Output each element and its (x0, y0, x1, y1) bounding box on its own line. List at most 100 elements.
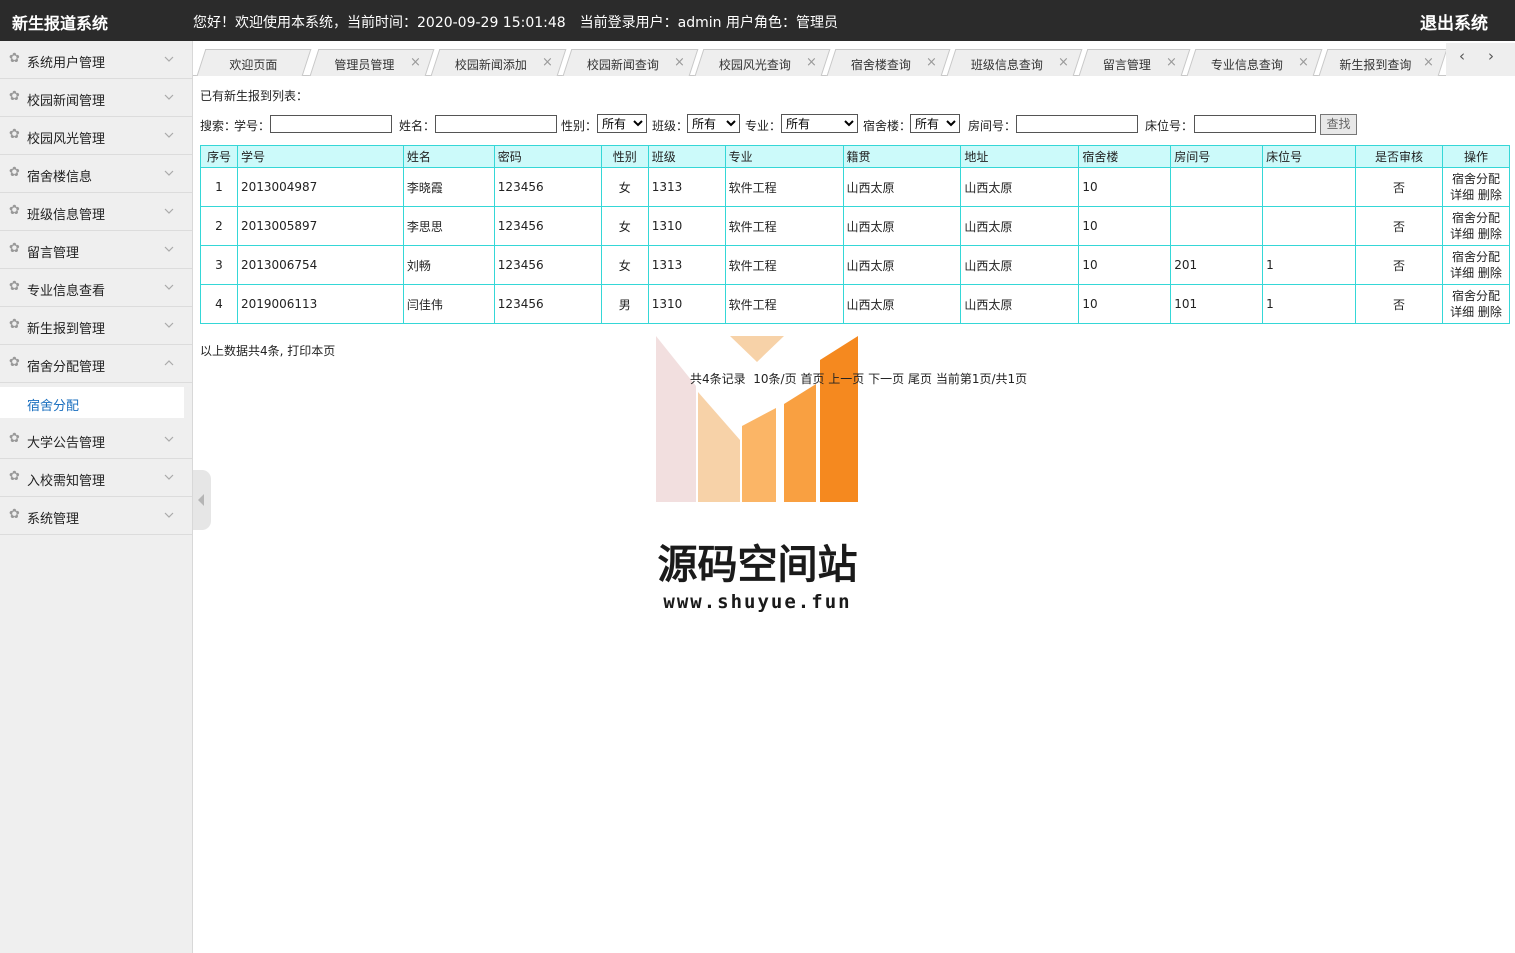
assign-dorm-link[interactable]: 宿舍分配 (1452, 211, 1500, 225)
delete-link[interactable]: 删除 (1478, 305, 1502, 319)
pager-prev[interactable]: 上一页 (828, 372, 864, 386)
cell-gender: 女 (600, 245, 649, 285)
delete-link[interactable]: 删除 (1478, 227, 1502, 241)
cell-name: 刘畅 (402, 245, 495, 285)
logout-button[interactable]: 退出系统 (1420, 9, 1488, 34)
major-select[interactable]: 所有 (781, 114, 858, 133)
welcome-status: 您好！欢迎使用本系统，当前时间：2020-09-29 15:01:48 当前登录… (193, 15, 839, 31)
cell-bed: 1 (1262, 245, 1357, 285)
delete-link[interactable]: 删除 (1478, 266, 1502, 280)
sidebar-item-label: 宿舍楼信息 (27, 170, 93, 185)
cell-class: 1313 (647, 245, 726, 285)
cell-password: 123456 (493, 284, 602, 324)
cell-major: 软件工程 (724, 245, 844, 285)
sidebar-item[interactable]: ✿ 班级信息管理 (0, 193, 192, 231)
assign-dorm-link[interactable]: 宿舍分配 (1452, 172, 1500, 186)
detail-link[interactable]: 详细 (1450, 305, 1474, 319)
sidebar-item[interactable]: ✿ 宿舍楼信息 (0, 155, 192, 193)
tab[interactable]: 管理员管理 × (309, 49, 435, 76)
detail-link[interactable]: 详细 (1450, 227, 1474, 241)
pager-last[interactable]: 尾页 (908, 372, 932, 386)
bed-input[interactable] (1194, 115, 1316, 133)
watermark-url: www.shuyue.fun (663, 591, 852, 613)
sidebar-subitem: 宿舍分配 (0, 383, 192, 421)
sidebar-item[interactable]: ✿ 校园风光管理 (0, 117, 192, 155)
sidebar-item[interactable]: ✿ 留言管理 (0, 231, 192, 269)
close-icon[interactable]: × (806, 55, 817, 70)
tab[interactable]: 班级信息查询 × (946, 49, 1083, 76)
tab[interactable]: 宿舍楼查询 × (826, 49, 951, 76)
tab-scroll-right-button[interactable]: › (1477, 43, 1505, 69)
close-icon[interactable]: × (1058, 55, 1069, 70)
cell-native: 山西太原 (842, 206, 962, 246)
close-icon[interactable]: × (1166, 55, 1177, 70)
assign-dorm-link[interactable]: 宿舍分配 (1452, 250, 1500, 264)
tab[interactable]: 专业信息查询 × (1186, 49, 1323, 76)
cell-major: 软件工程 (724, 167, 844, 207)
cell-building: 10 (1078, 206, 1172, 246)
sidebar-item[interactable]: ✿ 校园新闻管理 (0, 79, 192, 117)
building-select[interactable]: 所有 (910, 114, 960, 133)
pager-next[interactable]: 下一页 (868, 372, 904, 386)
logo-triangle (730, 336, 784, 362)
detail-link[interactable]: 详细 (1450, 188, 1474, 202)
cell-actions: 宿舍分配详细 删除 (1441, 284, 1511, 324)
sidebar-item-label: 系统管理 (27, 512, 80, 527)
chevron-down-icon (164, 436, 174, 442)
logo-bar-2 (698, 392, 740, 502)
sidebar-item[interactable]: ✿ 专业信息查看 (0, 269, 192, 307)
sidebar-collapse-handle[interactable] (193, 470, 211, 530)
close-icon[interactable]: × (1298, 55, 1309, 70)
tab-label: 校园风光查询 (718, 58, 791, 72)
room-input[interactable] (1016, 115, 1138, 133)
sidebar-item[interactable]: ✿ 系统用户管理 (0, 41, 192, 79)
cell-bed (1262, 206, 1357, 246)
sidebar-item[interactable]: ✿ 大学公告管理 (0, 421, 192, 459)
table-row: 1 2013004987 李晓霞 123456 女 1313 软件工程 山西太原 山西太原 10 否… (200, 167, 1511, 207)
detail-link[interactable]: 详细 (1450, 266, 1474, 280)
tab[interactable]: 校园新闻添加 × (430, 49, 567, 76)
cell-bed (1262, 167, 1357, 207)
tab-scroll-left-button[interactable]: ‹ (1448, 43, 1476, 69)
sidebar-item[interactable]: ✿ 新生报到管理 (0, 307, 192, 345)
class-select[interactable]: 所有 (687, 114, 740, 133)
column-header: 专业 (724, 145, 844, 168)
cell-no: 3 (200, 245, 238, 285)
sidebar-item[interactable]: ✿ 入校需知管理 (0, 459, 192, 497)
column-header: 性别 (600, 145, 649, 168)
pager-first[interactable]: 首页 (800, 372, 824, 386)
cell-actions: 宿舍分配详细 删除 (1441, 245, 1511, 285)
sidebar-item-label: 宿舍分配管理 (27, 360, 106, 375)
gender-select[interactable]: 所有 (597, 114, 647, 133)
print-link[interactable]: 打印本页 (287, 344, 335, 358)
close-icon[interactable]: × (1423, 55, 1434, 70)
name-input[interactable] (435, 115, 557, 133)
sidebar-item[interactable]: ✿ 系统管理 (0, 497, 192, 535)
search-button[interactable]: 查找 (1320, 114, 1357, 135)
tab-label: 专业信息查询 (1210, 58, 1283, 72)
cell-address: 山西太原 (960, 245, 1080, 285)
tab[interactable]: 新生报到查询 × (1318, 49, 1448, 76)
sidebar-item[interactable]: ✿ 宿舍分配管理 (0, 345, 192, 383)
column-header: 班级 (647, 145, 726, 168)
cell-gender: 女 (600, 167, 649, 207)
close-icon[interactable]: × (926, 55, 937, 70)
tab[interactable]: 校园风光查询 × (694, 49, 831, 76)
student-no-input[interactable] (270, 115, 392, 133)
close-icon[interactable]: × (542, 55, 553, 70)
sidebar-subitem-dorm-assign[interactable]: 宿舍分配 (0, 387, 184, 418)
cell-room (1170, 206, 1264, 246)
close-icon[interactable]: × (410, 55, 421, 70)
tab[interactable]: 留言管理 × (1078, 49, 1191, 76)
close-icon[interactable]: × (674, 55, 685, 70)
student-no-label: 学号： (234, 119, 271, 133)
cell-password: 123456 (493, 206, 602, 246)
delete-link[interactable]: 删除 (1478, 188, 1502, 202)
gear-icon: ✿ (9, 203, 20, 218)
chevron-down-icon (164, 474, 174, 480)
assign-dorm-link[interactable]: 宿舍分配 (1452, 289, 1500, 303)
cell-gender: 女 (600, 206, 649, 246)
column-header: 籍贯 (842, 145, 962, 168)
tab[interactable]: 校园新闻查询 × (562, 49, 699, 76)
tab[interactable]: 欢迎页面 (196, 49, 312, 76)
